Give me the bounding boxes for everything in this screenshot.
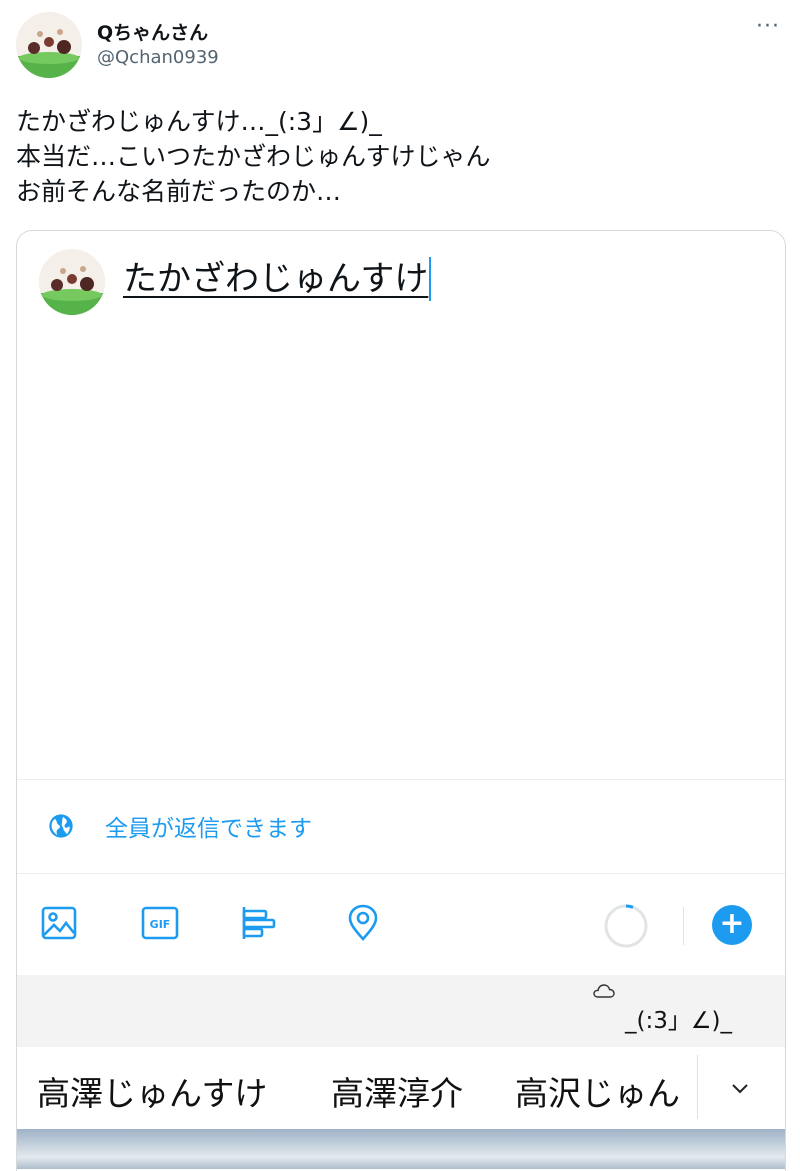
location-icon[interactable] bbox=[343, 903, 383, 943]
compose-textarea[interactable]: たかざわじゅんすけ bbox=[123, 257, 432, 301]
compose-text: たかざわじゅんすけ bbox=[123, 259, 429, 299]
gif-label: GIF bbox=[150, 918, 171, 931]
compose-avatar bbox=[39, 249, 105, 315]
avatar[interactable] bbox=[16, 12, 82, 78]
embedded-screenshot[interactable]: たかざわじゅんすけ 全員が返信できます GIF + _(:3」∠)_ 高澤じゅん… bbox=[16, 230, 786, 1171]
add-tweet-button[interactable]: + bbox=[712, 905, 752, 945]
reply-setting-button[interactable]: 全員が返信できます bbox=[47, 809, 312, 843]
tweet-text-line: たかざわじゅんすけ…_(:3」∠)_ bbox=[16, 107, 382, 136]
display-name[interactable]: Qちゃんさん bbox=[97, 18, 208, 45]
character-counter bbox=[604, 904, 648, 948]
globe-icon bbox=[49, 814, 73, 838]
poll-icon[interactable] bbox=[239, 903, 279, 943]
ime-composition-bar: _(:3」∠)_ bbox=[17, 975, 785, 1047]
background-photo-strip bbox=[17, 1129, 785, 1169]
ime-suggestion[interactable]: 高澤じゅんすけ bbox=[37, 1067, 267, 1115]
tweet-text-line: 本当だ…こいつたかざわじゅんすけじゃん bbox=[16, 142, 491, 171]
divider bbox=[17, 873, 785, 874]
gif-icon[interactable]: GIF bbox=[140, 903, 180, 943]
ime-suggestion[interactable]: 高沢じゅん bbox=[515, 1067, 680, 1115]
ime-candidate[interactable]: _(:3」∠)_ bbox=[625, 1001, 732, 1035]
ime-suggestion[interactable]: 高澤淳介 bbox=[331, 1067, 463, 1115]
tweet-text-line: お前そんな名前だったのか… bbox=[16, 177, 342, 206]
cloud-icon bbox=[593, 984, 615, 998]
tweet-text: たかざわじゅんすけ…_(:3」∠)_ 本当だ…こいつたかざわじゅんすけじゃん お… bbox=[16, 104, 776, 209]
user-handle[interactable]: @Qchan0939 bbox=[97, 47, 219, 68]
text-caret bbox=[429, 257, 432, 301]
more-dots-icon[interactable]: ··· bbox=[756, 14, 780, 39]
chevron-down-icon[interactable] bbox=[725, 1073, 755, 1103]
reply-setting-label: 全員が返信できます bbox=[105, 816, 312, 842]
ime-suggestion-bar: 高澤じゅんすけ 高澤淳介 高沢じゅん bbox=[17, 1047, 785, 1127]
divider bbox=[17, 779, 785, 780]
divider bbox=[697, 1055, 698, 1119]
divider bbox=[683, 907, 684, 945]
image-icon[interactable] bbox=[39, 903, 79, 943]
